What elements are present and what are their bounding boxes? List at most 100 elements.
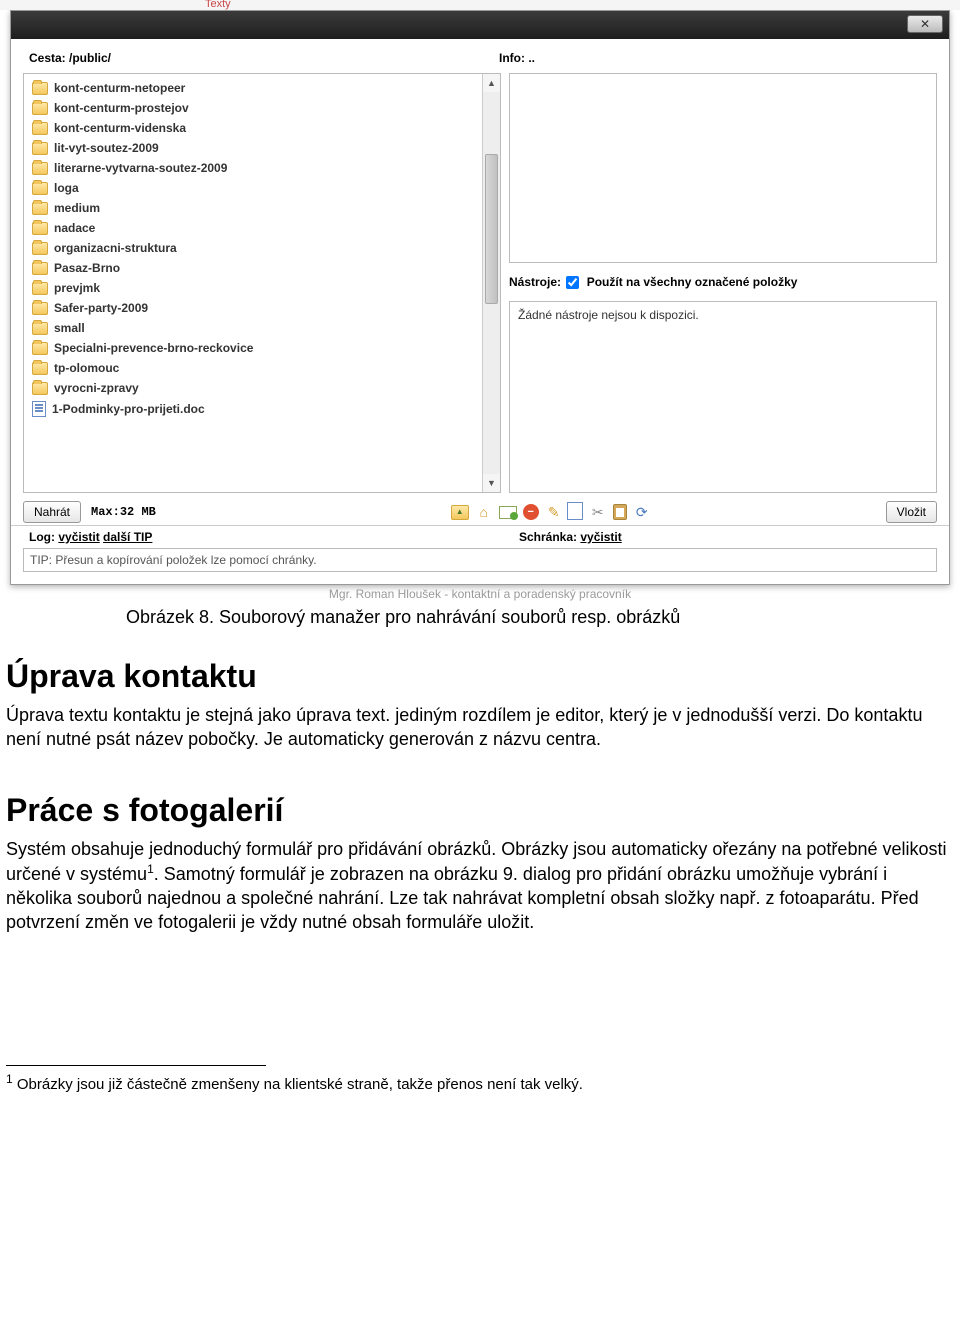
file-item[interactable]: tp-olomouc xyxy=(30,358,476,378)
file-item-label: kont-centurm-videnska xyxy=(54,121,186,135)
section-2-paragraph: Systém obsahuje jednoduchý formulář pro … xyxy=(6,837,954,935)
file-item-label: small xyxy=(54,321,85,335)
folder-icon xyxy=(32,162,48,175)
file-list-scrollbar[interactable]: ▲ ▼ xyxy=(482,74,500,492)
background-text-line: Mgr. Roman Hloušek - kontaktní a poraden… xyxy=(0,587,960,601)
figure-caption: Obrázek 8. Souborový manažer pro nahrává… xyxy=(6,607,954,628)
background-strip: Texty xyxy=(0,0,960,10)
file-item[interactable]: vyrocni-zpravy xyxy=(30,378,476,398)
folder-icon xyxy=(32,362,48,375)
tip-text: TIP: Přesun a kopírování položek lze pom… xyxy=(30,553,510,567)
close-button[interactable]: ✕ xyxy=(907,15,943,33)
new-folder-icon[interactable] xyxy=(499,506,517,519)
footnote-ref: 1 xyxy=(147,862,154,876)
file-item[interactable]: Safer-party-2009 xyxy=(30,298,476,318)
log-more-link[interactable]: další TIP xyxy=(103,530,152,544)
folder-icon xyxy=(32,262,48,275)
folder-icon xyxy=(32,142,48,155)
document-body: Obrázek 8. Souborový manažer pro nahrává… xyxy=(0,607,960,1133)
scroll-thumb[interactable] xyxy=(485,154,498,304)
file-item-label: kont-centurm-netopeer xyxy=(54,81,185,95)
file-item[interactable]: literarne-vytvarna-soutez-2009 xyxy=(30,158,476,178)
file-item-label: tp-olomouc xyxy=(54,361,119,375)
tools-empty-text: Žádné nástroje nejsou k dispozici. xyxy=(518,308,699,322)
tools-pane: Žádné nástroje nejsou k dispozici. xyxy=(509,301,937,493)
file-manager-dialog: ✕ Cesta: /public/ Info: .. kont-centurm-… xyxy=(10,10,950,585)
bg-tab-label: Texty xyxy=(205,0,231,10)
file-item-label: organizacni-struktura xyxy=(54,241,177,255)
insert-button[interactable]: Vložit xyxy=(886,501,937,523)
cut-icon[interactable]: ✂ xyxy=(589,503,607,521)
home-icon[interactable]: ⌂ xyxy=(475,503,493,521)
scroll-down-icon[interactable]: ▼ xyxy=(483,474,500,492)
file-item[interactable]: organizacni-struktura xyxy=(30,238,476,258)
tools-checkbox-label: Použít na všechny označené položky xyxy=(587,275,798,289)
max-size-label: Max:32 MB xyxy=(91,505,156,519)
file-item-label: prevjmk xyxy=(54,281,100,295)
folder-icon xyxy=(32,202,48,215)
file-item-label: medium xyxy=(54,201,100,215)
info-label: Info: .. xyxy=(499,51,931,65)
file-item-label: kont-centurm-prostejov xyxy=(54,101,189,115)
file-item[interactable]: 1-Podminky-pro-prijeti.doc xyxy=(30,398,476,420)
folder-up-icon[interactable] xyxy=(451,505,469,520)
scroll-up-icon[interactable]: ▲ xyxy=(483,74,500,92)
copy-icon[interactable] xyxy=(569,504,583,520)
folder-icon xyxy=(32,82,48,95)
file-item-label: Specialni-prevence-brno-reckovice xyxy=(54,341,253,355)
close-icon: ✕ xyxy=(920,17,930,31)
folder-icon xyxy=(32,302,48,315)
upload-button[interactable]: Nahrát xyxy=(23,501,81,523)
folder-icon xyxy=(32,182,48,195)
clipboard-label: Schránka: xyxy=(519,530,577,544)
folder-icon xyxy=(32,122,48,135)
file-list-pane: kont-centurm-netopeer kont-centurm-proste… xyxy=(23,73,501,493)
log-clear-link[interactable]: vyčistit xyxy=(58,530,99,544)
file-item[interactable]: Specialni-prevence-brno-reckovice xyxy=(30,338,476,358)
file-item-label: nadace xyxy=(54,221,95,235)
document-icon xyxy=(32,401,46,417)
section-heading-1: Úprava kontaktu xyxy=(6,658,954,695)
tools-header: Nástroje: Použít na všechny označené pol… xyxy=(509,271,937,293)
delete-icon[interactable]: − xyxy=(523,504,539,520)
tools-apply-all-checkbox[interactable] xyxy=(566,276,579,289)
paste-icon[interactable] xyxy=(613,504,627,520)
file-item-label: loga xyxy=(54,181,79,195)
info-pane xyxy=(509,73,937,263)
file-item[interactable]: medium xyxy=(30,198,476,218)
section-heading-2: Práce s fotogalerií xyxy=(6,792,954,829)
path-label: Cesta: /public/ xyxy=(29,51,499,65)
refresh-icon[interactable]: ⟳ xyxy=(633,503,651,521)
file-item-label: 1-Podminky-pro-prijeti.doc xyxy=(52,402,205,416)
file-item-label: vyrocni-zpravy xyxy=(54,381,139,395)
file-item[interactable]: kont-centurm-prostejov xyxy=(30,98,476,118)
file-item[interactable]: lit-vyt-soutez-2009 xyxy=(30,138,476,158)
file-item[interactable]: prevjmk xyxy=(30,278,476,298)
tools-label: Nástroje: xyxy=(509,275,561,289)
folder-icon xyxy=(32,342,48,355)
folder-icon xyxy=(32,222,48,235)
footnote: 1 Obrázky jsou již částečně zmenšeny na … xyxy=(6,1072,954,1093)
file-item[interactable]: small xyxy=(30,318,476,338)
log-label: Log: xyxy=(29,530,55,544)
edit-icon[interactable]: ✎ xyxy=(545,503,563,521)
footnote-separator xyxy=(6,1065,266,1066)
folder-icon xyxy=(32,282,48,295)
file-item-label: literarne-vytvarna-soutez-2009 xyxy=(54,161,227,175)
clipboard-clear-link[interactable]: vyčistit xyxy=(580,530,621,544)
dialog-titlebar: ✕ xyxy=(11,11,949,39)
folder-icon xyxy=(32,322,48,335)
footnote-text: Obrázky jsou již částečně zmenšeny na kl… xyxy=(13,1076,583,1093)
file-item[interactable]: loga xyxy=(30,178,476,198)
file-item-label: lit-vyt-soutez-2009 xyxy=(54,141,159,155)
section-1-paragraph: Úprava textu kontaktu je stejná jako úpr… xyxy=(6,703,954,752)
file-item[interactable]: kont-centurm-netopeer xyxy=(30,78,476,98)
folder-icon xyxy=(32,102,48,115)
footnote-number: 1 xyxy=(6,1072,13,1086)
file-item-label: Safer-party-2009 xyxy=(54,301,148,315)
file-item[interactable]: Pasaz-Brno xyxy=(30,258,476,278)
file-item[interactable]: kont-centurm-videnska xyxy=(30,118,476,138)
folder-icon xyxy=(32,242,48,255)
file-item[interactable]: nadace xyxy=(30,218,476,238)
file-item-label: Pasaz-Brno xyxy=(54,261,120,275)
